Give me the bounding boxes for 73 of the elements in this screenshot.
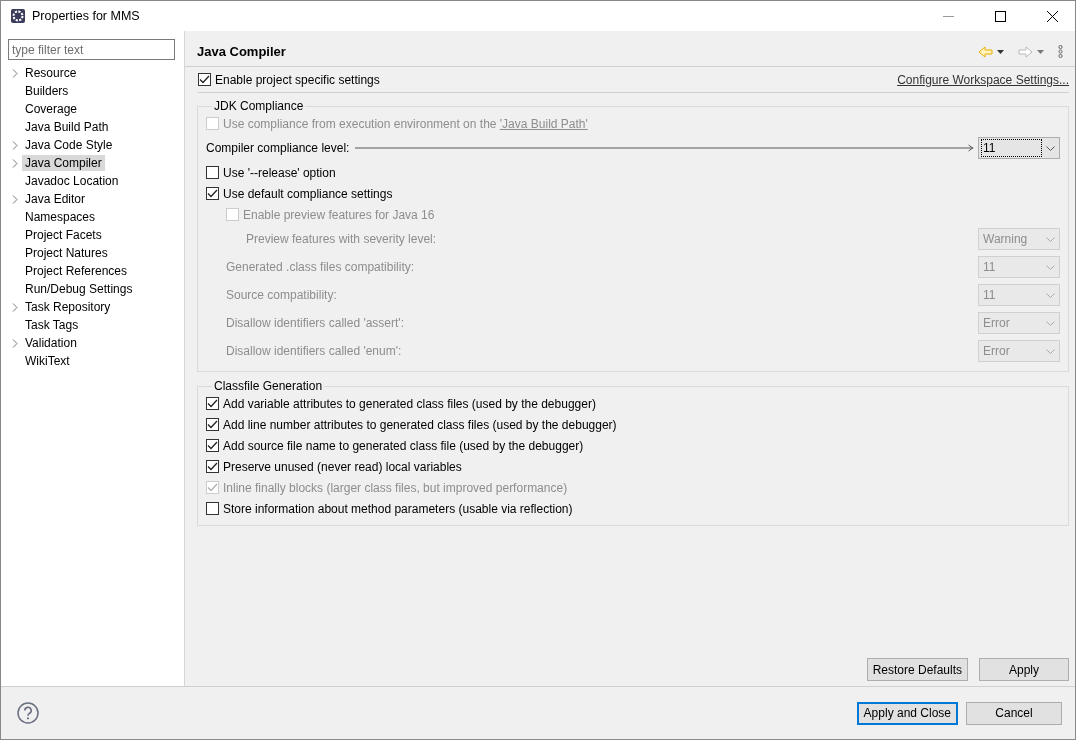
checkbox-label: Preserve unused (never read) local variables <box>223 458 462 476</box>
checkbox-label: Add line number attributes to generated class files (used by the debugger) <box>223 416 617 434</box>
tree-item[interactable]: Builders <box>22 83 72 99</box>
tree-item[interactable]: Coverage <box>22 101 81 117</box>
button[interactable]: Apply <box>979 658 1069 681</box>
dropdown: Error <box>978 312 1060 334</box>
tree-item[interactable]: Java Editor <box>22 191 89 207</box>
tree-item[interactable]: Java Compiler <box>22 155 105 171</box>
field-label: Disallow identifiers called 'assert': <box>226 315 404 332</box>
dropdown: 11 <box>978 284 1060 306</box>
checkbox[interactable] <box>206 439 219 452</box>
tree-item[interactable]: Java Build Path <box>22 119 112 135</box>
minimize-icon[interactable] <box>942 15 954 17</box>
forward-arrow-icon[interactable] <box>1018 45 1033 58</box>
tree-item[interactable]: Project Facets <box>22 227 105 243</box>
checkbox[interactable] <box>206 187 219 200</box>
checkbox-label: Enable preview features for Java 16 <box>243 206 435 224</box>
tree-item[interactable]: Run/Debug Settings <box>22 281 136 297</box>
checkbox-label: Use compliance from execution environment on the 'Java Build Path' <box>223 115 588 133</box>
checkbox[interactable] <box>206 166 219 179</box>
dropdown-caret-icon[interactable] <box>997 49 1004 54</box>
help-icon[interactable] <box>17 702 39 724</box>
maximize-icon[interactable] <box>994 10 1006 22</box>
checkbox-label: Use default compliance settings <box>223 185 393 203</box>
tree-item[interactable]: Validation <box>22 335 80 351</box>
dropdown: Error <box>978 340 1060 362</box>
field-label: Generated .class files compatibility: <box>226 259 415 276</box>
chevron-icon[interactable] <box>12 194 18 204</box>
checkbox[interactable] <box>206 460 219 473</box>
checkbox-label: Inline finally blocks (larger class files, but improved performance) <box>223 479 568 497</box>
checkbox-label: Store information about method parameters (usable via reflection) <box>223 500 573 518</box>
chevron-icon[interactable] <box>12 68 18 78</box>
checkbox-label: Enable project specific settings <box>215 71 380 89</box>
chevron-icon[interactable] <box>12 338 18 348</box>
tree-item[interactable]: Task Tags <box>22 317 82 333</box>
chevron-icon[interactable] <box>12 140 18 150</box>
checkbox[interactable] <box>206 397 219 410</box>
checkbox[interactable] <box>206 418 219 431</box>
field-label: Disallow identifiers called 'enum': <box>226 343 402 360</box>
tree-item[interactable]: Project Natures <box>22 245 111 261</box>
dropdown: Warning <box>978 228 1060 250</box>
field-label: Source compatibility: <box>226 287 337 304</box>
tree-item[interactable]: Project References <box>22 263 131 279</box>
button[interactable]: Restore Defaults <box>866 658 968 681</box>
group-title: Classfile Generation <box>213 379 324 393</box>
window-title: Properties for MMS <box>32 7 141 25</box>
dropdown[interactable]: 11 <box>978 137 1060 159</box>
chevron-icon[interactable] <box>12 158 18 168</box>
checkbox-label: Add source file name to generated class file (used by the debugger) <box>223 437 584 455</box>
page-title: Java Compiler <box>197 42 287 61</box>
chevron-down-icon[interactable] <box>1045 145 1055 151</box>
group-title: JDK Compliance <box>213 99 305 113</box>
button[interactable]: Cancel <box>966 701 1062 725</box>
tree-item[interactable]: Resource <box>22 65 80 81</box>
tree-item[interactable]: WikiText <box>22 353 73 369</box>
checkbox[interactable] <box>198 73 211 86</box>
checkbox-label: Add variable attributes to generated class files (used by the debugger) <box>223 395 596 413</box>
tree-item[interactable]: Javadoc Location <box>22 173 122 189</box>
field-label: Compiler compliance level: <box>206 140 350 157</box>
close-icon[interactable] <box>1046 10 1058 22</box>
app-icon <box>10 8 26 24</box>
menu-icon[interactable] <box>1058 45 1063 58</box>
checkbox[interactable] <box>206 502 219 515</box>
field-label: Preview features with severity level: <box>246 231 437 248</box>
chevron-icon[interactable] <box>12 302 18 312</box>
filter-field[interactable]: type filter text <box>8 39 175 60</box>
tree-item[interactable]: Task Repository <box>22 299 114 315</box>
workspace-settings-link[interactable]: Configure Workspace Settings... <box>897 70 1069 89</box>
checkbox-label: Use '--release' option <box>223 164 336 182</box>
dropdown: 11 <box>978 256 1060 278</box>
tree-item[interactable]: Java Code Style <box>22 137 116 153</box>
tree-item[interactable]: Namespaces <box>22 209 99 225</box>
default-button[interactable]: Apply and Close <box>856 701 958 725</box>
